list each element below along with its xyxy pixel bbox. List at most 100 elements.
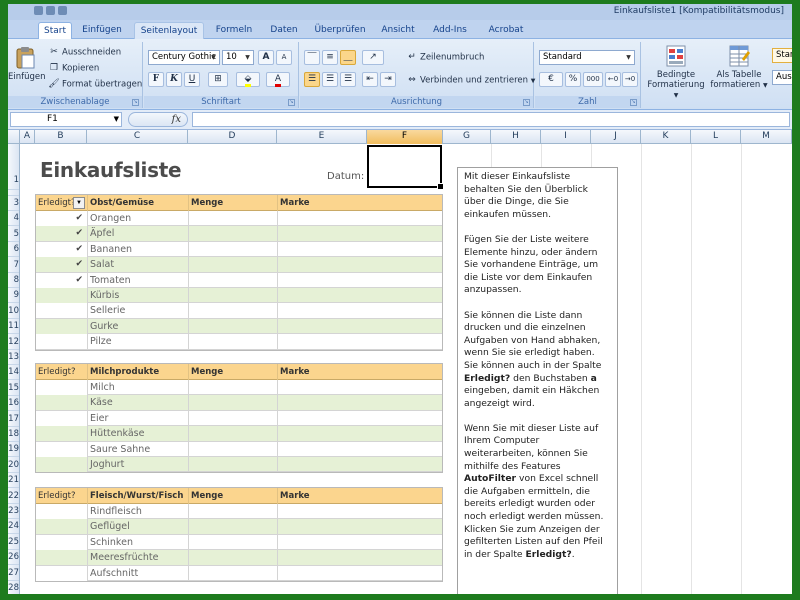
column-header-m[interactable]: M xyxy=(741,130,792,144)
item-cell[interactable]: Meeresfrüchte xyxy=(88,550,189,566)
row-header-26[interactable]: 26 xyxy=(8,550,19,566)
done-cell[interactable] xyxy=(36,519,88,535)
number-launcher-icon[interactable]: ↘ xyxy=(630,99,637,106)
quantity-cell[interactable] xyxy=(189,287,278,303)
tab-acrobat[interactable]: Acrobat xyxy=(482,22,530,39)
tab-daten[interactable]: Daten xyxy=(264,22,304,39)
item-cell[interactable]: Orangen xyxy=(88,211,189,226)
number-format-select[interactable]: Standard ▼ xyxy=(539,50,635,65)
row-header-15[interactable]: 15 xyxy=(8,381,19,396)
item-cell[interactable]: Käse xyxy=(88,395,189,411)
row-header-20[interactable]: 20 xyxy=(8,458,19,473)
undo-icon[interactable] xyxy=(46,6,55,15)
redo-icon[interactable] xyxy=(58,6,67,15)
quantity-cell[interactable] xyxy=(189,211,278,226)
quantity-cell[interactable] xyxy=(189,257,278,273)
brand-cell[interactable] xyxy=(278,288,444,303)
quantity-cell[interactable] xyxy=(189,426,278,442)
quantity-cell[interactable] xyxy=(189,410,278,426)
tab-start[interactable]: Start xyxy=(38,22,72,39)
quantity-cell[interactable] xyxy=(189,380,278,395)
done-cell[interactable] xyxy=(36,395,88,411)
row-header-10[interactable]: 10 xyxy=(8,304,19,319)
row-header-25[interactable]: 25 xyxy=(8,535,19,550)
column-header-b[interactable]: B xyxy=(35,130,87,144)
item-cell[interactable]: Joghurt xyxy=(88,456,189,472)
date-cell-selected[interactable] xyxy=(367,145,444,190)
row-header-9[interactable]: 9 xyxy=(8,288,19,304)
brand-cell[interactable] xyxy=(278,519,444,534)
item-cell[interactable]: Tomaten xyxy=(88,272,189,288)
borders-button[interactable]: ⊞ xyxy=(208,72,228,87)
quantity-cell[interactable] xyxy=(189,504,278,519)
tab-ueberpruefen[interactable]: Überprüfen xyxy=(310,22,370,39)
row-header-27[interactable]: 27 xyxy=(8,566,19,581)
item-cell[interactable]: Rindfleisch xyxy=(88,504,189,519)
save-icon[interactable] xyxy=(34,6,43,15)
done-cell[interactable] xyxy=(36,504,88,519)
done-cell[interactable]: ✔ xyxy=(36,257,88,273)
quantity-cell[interactable] xyxy=(189,395,278,411)
item-cell[interactable]: Eier xyxy=(88,410,189,426)
worksheet[interactable]: Einkaufsliste Datum: Erledigt? ▼ Obst/Ge… xyxy=(20,144,792,594)
name-box[interactable]: F1 ▼ xyxy=(10,112,122,127)
brand-cell[interactable] xyxy=(278,457,444,472)
row-header-3[interactable]: 3 xyxy=(8,196,19,211)
select-all-corner[interactable] xyxy=(8,130,20,144)
done-cell[interactable] xyxy=(36,441,88,457)
formula-input[interactable] xyxy=(192,112,790,127)
row-header-17[interactable]: 17 xyxy=(8,412,19,427)
item-cell[interactable]: Aufschnitt xyxy=(88,565,189,581)
row-header-21[interactable]: 21 xyxy=(8,473,19,489)
decrease-decimal-button[interactable]: →0 xyxy=(622,72,638,87)
done-cell[interactable] xyxy=(36,410,88,426)
item-cell[interactable]: Geflügel xyxy=(88,519,189,535)
align-left-button[interactable]: ☰ xyxy=(304,72,320,87)
done-cell[interactable]: ✔ xyxy=(36,241,88,257)
column-header-g[interactable]: G xyxy=(443,130,491,144)
format-as-table-button[interactable]: Als Tabelle formatieren ▼ xyxy=(710,44,768,91)
done-cell[interactable] xyxy=(36,456,88,472)
quantity-cell[interactable] xyxy=(189,272,278,288)
row-header-1[interactable]: 1 xyxy=(8,144,19,190)
row-header-4[interactable]: 4 xyxy=(8,211,19,227)
cell-style-normal[interactable]: Stan xyxy=(772,48,792,63)
row-header-18[interactable]: 18 xyxy=(8,427,19,442)
brand-cell[interactable] xyxy=(278,395,444,410)
done-cell[interactable] xyxy=(36,550,88,566)
column-header-k[interactable]: K xyxy=(641,130,691,144)
column-header-f[interactable]: F xyxy=(367,130,443,144)
brand-cell[interactable] xyxy=(278,273,444,288)
brand-cell[interactable] xyxy=(278,334,444,349)
item-cell[interactable]: Kürbis xyxy=(88,287,189,303)
underline-button[interactable]: U xyxy=(184,72,200,87)
shrink-font-button[interactable]: A xyxy=(276,50,292,65)
conditional-formatting-button[interactable]: Bedingte Formatierung ▼ xyxy=(644,44,708,101)
orientation-button[interactable]: ↗ xyxy=(362,50,384,65)
column-header-a[interactable]: A xyxy=(20,130,35,144)
done-cell[interactable] xyxy=(36,334,88,350)
row-header-12[interactable]: 12 xyxy=(8,335,19,350)
brand-cell[interactable] xyxy=(278,411,444,426)
autofilter-dropdown-icon[interactable]: ▼ xyxy=(73,197,85,209)
brand-cell[interactable] xyxy=(278,380,444,395)
column-header-d[interactable]: D xyxy=(188,130,277,144)
brand-cell[interactable] xyxy=(278,211,444,226)
brand-cell[interactable] xyxy=(278,226,444,241)
item-cell[interactable]: Salat xyxy=(88,257,189,273)
quantity-cell[interactable] xyxy=(189,318,278,334)
item-cell[interactable]: Hüttenkäse xyxy=(88,426,189,442)
brand-cell[interactable] xyxy=(278,535,444,550)
done-cell[interactable]: ✔ xyxy=(36,226,88,242)
brand-cell[interactable] xyxy=(278,257,444,272)
tab-add-ins[interactable]: Add-Ins xyxy=(428,22,472,39)
done-cell[interactable] xyxy=(36,380,88,395)
clipboard-launcher-icon[interactable]: ↘ xyxy=(132,99,139,106)
column-header-l[interactable]: L xyxy=(691,130,741,144)
increase-decimal-button[interactable]: ←0 xyxy=(605,72,621,87)
brand-cell[interactable] xyxy=(278,426,444,441)
row-header-6[interactable]: 6 xyxy=(8,242,19,258)
item-cell[interactable]: Schinken xyxy=(88,534,189,550)
row-header-23[interactable]: 23 xyxy=(8,504,19,519)
done-cell[interactable] xyxy=(36,565,88,581)
